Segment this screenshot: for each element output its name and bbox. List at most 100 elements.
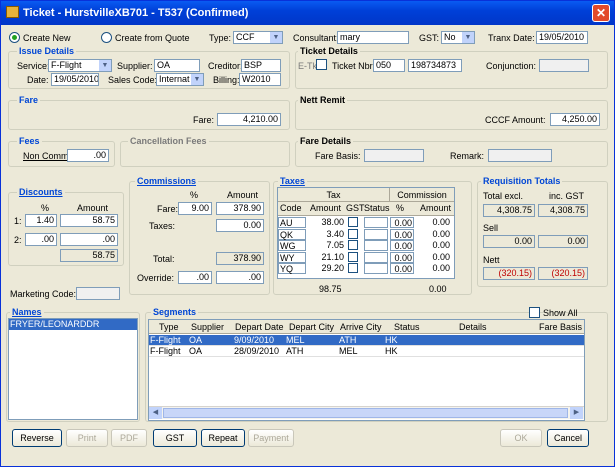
- tax-comm-pct-cell[interactable]: 0.00: [390, 263, 414, 274]
- tax-pct-header: %: [396, 203, 405, 213]
- tax-amount-cell[interactable]: 3.40: [308, 229, 344, 240]
- tax-code-cell[interactable]: WY: [278, 251, 306, 263]
- repeat-button[interactable]: Repeat: [201, 429, 245, 447]
- tax-code-cell[interactable]: WG: [278, 240, 306, 251]
- remark-field[interactable]: [488, 149, 552, 162]
- tax-amount-cell[interactable]: 7.05: [308, 240, 344, 251]
- gst-select[interactable]: No ▼: [441, 31, 475, 44]
- type-select[interactable]: CCF ▼: [233, 31, 283, 44]
- scroll-right-icon[interactable]: ▶: [570, 407, 583, 419]
- tax-row[interactable]: AU 38.00 0.00 0.00: [278, 217, 454, 228]
- cancel-button[interactable]: Cancel: [547, 429, 589, 447]
- tax-gst-checkbox[interactable]: [348, 240, 358, 250]
- tax-gst-checkbox[interactable]: [348, 251, 358, 262]
- tax-comm-pct-cell[interactable]: 0.00: [390, 228, 414, 240]
- tax-row[interactable]: WY 21.10 0.00 0.00: [278, 251, 454, 263]
- comm-fare-pct-field[interactable]: 9.00: [178, 202, 212, 215]
- close-button[interactable]: ✕: [592, 4, 610, 22]
- seg-depart-date-header[interactable]: Depart Date: [235, 320, 284, 334]
- show-all-checkbox[interactable]: [529, 307, 540, 318]
- tax-row[interactable]: WG 7.05 0.00 0.00: [278, 240, 454, 251]
- tax-amount-cell[interactable]: 21.10: [308, 252, 344, 263]
- segment-row[interactable]: F-Flight OA 28/09/2010 ATH MEL HK: [149, 346, 584, 357]
- tax-comm-amount-cell[interactable]: 0.00: [416, 263, 450, 274]
- tax-status-cell[interactable]: [364, 217, 388, 228]
- ticket-nbr-prefix-field[interactable]: 050: [373, 59, 405, 72]
- chevron-down-icon: ▼: [270, 32, 282, 43]
- tax-status-cell[interactable]: [364, 263, 388, 274]
- seg-details-header[interactable]: Details: [459, 320, 487, 334]
- comm-taxes-amount-field[interactable]: 0.00: [216, 219, 264, 232]
- tax-gst-checkbox[interactable]: [348, 217, 358, 227]
- tax-row[interactable]: QK 3.40 0.00 0.00: [278, 228, 454, 240]
- ok-button[interactable]: OK: [500, 429, 542, 447]
- supplier-field[interactable]: OA: [154, 59, 200, 72]
- segment-arr-cell: MEL: [339, 346, 358, 356]
- create-from-quote-radio[interactable]: [101, 32, 112, 43]
- discounts-amount-header: Amount: [77, 203, 109, 213]
- tax-comm-amount-cell[interactable]: 0.00: [416, 252, 450, 263]
- tax-amount-cell[interactable]: 29.20: [308, 263, 344, 274]
- seg-status-header[interactable]: Status: [394, 320, 420, 334]
- tranx-date-field[interactable]: 19/05/2010: [536, 31, 588, 44]
- seg-arrive-city-header[interactable]: Arrive City: [340, 320, 382, 334]
- names-list[interactable]: FRYER/LEONARDDR: [8, 318, 138, 420]
- creditor-field[interactable]: BSP: [241, 59, 281, 72]
- total-excl-field: 4,308.75: [483, 204, 535, 217]
- tax-comm-amount-cell[interactable]: 0.00: [416, 229, 450, 240]
- non-comm-label: Non Comm:: [23, 151, 72, 161]
- override-pct-field[interactable]: .00: [178, 271, 212, 284]
- print-button[interactable]: Print: [66, 429, 108, 447]
- segments-horizontal-scrollbar[interactable]: ◀ ▶: [149, 406, 584, 419]
- tax-status-cell[interactable]: [364, 251, 388, 263]
- service-select[interactable]: F-Flight ▼: [48, 59, 112, 72]
- scroll-left-icon[interactable]: ◀: [149, 407, 162, 419]
- payment-button[interactable]: Payment: [248, 429, 294, 447]
- non-comm-field[interactable]: .00: [67, 149, 109, 162]
- comm-fare-amount-field[interactable]: 378.90: [216, 202, 264, 215]
- discount-pct-field[interactable]: 1.40: [25, 214, 57, 227]
- tax-row[interactable]: YQ 29.20 0.00 0.00: [278, 263, 454, 274]
- tax-status-cell[interactable]: [364, 240, 388, 251]
- tax-code-cell[interactable]: AU: [278, 217, 306, 228]
- segment-row[interactable]: F-Flight OA 9/09/2010 MEL ATH HK: [149, 335, 584, 346]
- segments-header-row: Type Supplier Depart Date Depart City Ar…: [149, 320, 584, 334]
- fare-basis-field[interactable]: [364, 149, 424, 162]
- tax-code-cell[interactable]: QK: [278, 228, 306, 240]
- tax-comm-pct-cell[interactable]: 0.00: [390, 240, 414, 251]
- seg-type-header[interactable]: Type: [159, 320, 179, 334]
- pdf-button[interactable]: PDF: [111, 429, 147, 447]
- fare-title: Fare: [17, 95, 41, 105]
- gst-button[interactable]: GST: [153, 429, 197, 447]
- seg-depart-city-header[interactable]: Depart City: [289, 320, 334, 334]
- discount-amount-field[interactable]: 58.75: [60, 214, 118, 227]
- tax-amount-cell[interactable]: 38.00: [308, 217, 344, 228]
- tax-gst-checkbox[interactable]: [348, 228, 358, 239]
- tax-comm-pct-cell[interactable]: 0.00: [390, 217, 414, 228]
- tax-comm-amount-cell[interactable]: 0.00: [416, 217, 450, 228]
- conjunction-field[interactable]: [539, 59, 589, 72]
- seg-fare-basis-header[interactable]: Fare Basis: [539, 320, 582, 334]
- date-field[interactable]: 19/05/2010: [51, 73, 99, 86]
- tax-gst-checkbox[interactable]: [348, 263, 358, 273]
- consultant-field[interactable]: mary: [337, 31, 409, 44]
- name-list-item[interactable]: FRYER/LEONARDDR: [9, 319, 137, 330]
- fare-field[interactable]: 4,210.00: [217, 113, 281, 126]
- etkt-checkbox[interactable]: [316, 59, 327, 70]
- ticket-nbr-field[interactable]: 198734873: [408, 59, 462, 72]
- override-amount-field[interactable]: .00: [216, 271, 264, 284]
- scrollbar-thumb[interactable]: [163, 408, 568, 418]
- seg-supplier-header[interactable]: Supplier: [191, 320, 224, 334]
- sales-code-select[interactable]: Internat ▼: [156, 73, 204, 86]
- tax-comm-pct-cell[interactable]: 0.00: [390, 251, 414, 263]
- marketing-code-field[interactable]: [76, 287, 120, 300]
- create-new-radio[interactable]: [9, 32, 20, 43]
- billing-field[interactable]: W2010: [239, 73, 281, 86]
- discount-amount-field[interactable]: .00: [60, 233, 118, 246]
- discount-pct-field[interactable]: .00: [25, 233, 57, 246]
- tax-status-cell[interactable]: [364, 228, 388, 240]
- reverse-button[interactable]: Reverse: [12, 429, 62, 447]
- cccf-amount-field[interactable]: 4,250.00: [550, 113, 600, 126]
- tax-code-cell[interactable]: YQ: [278, 263, 306, 274]
- tax-comm-amount-cell[interactable]: 0.00: [416, 240, 450, 251]
